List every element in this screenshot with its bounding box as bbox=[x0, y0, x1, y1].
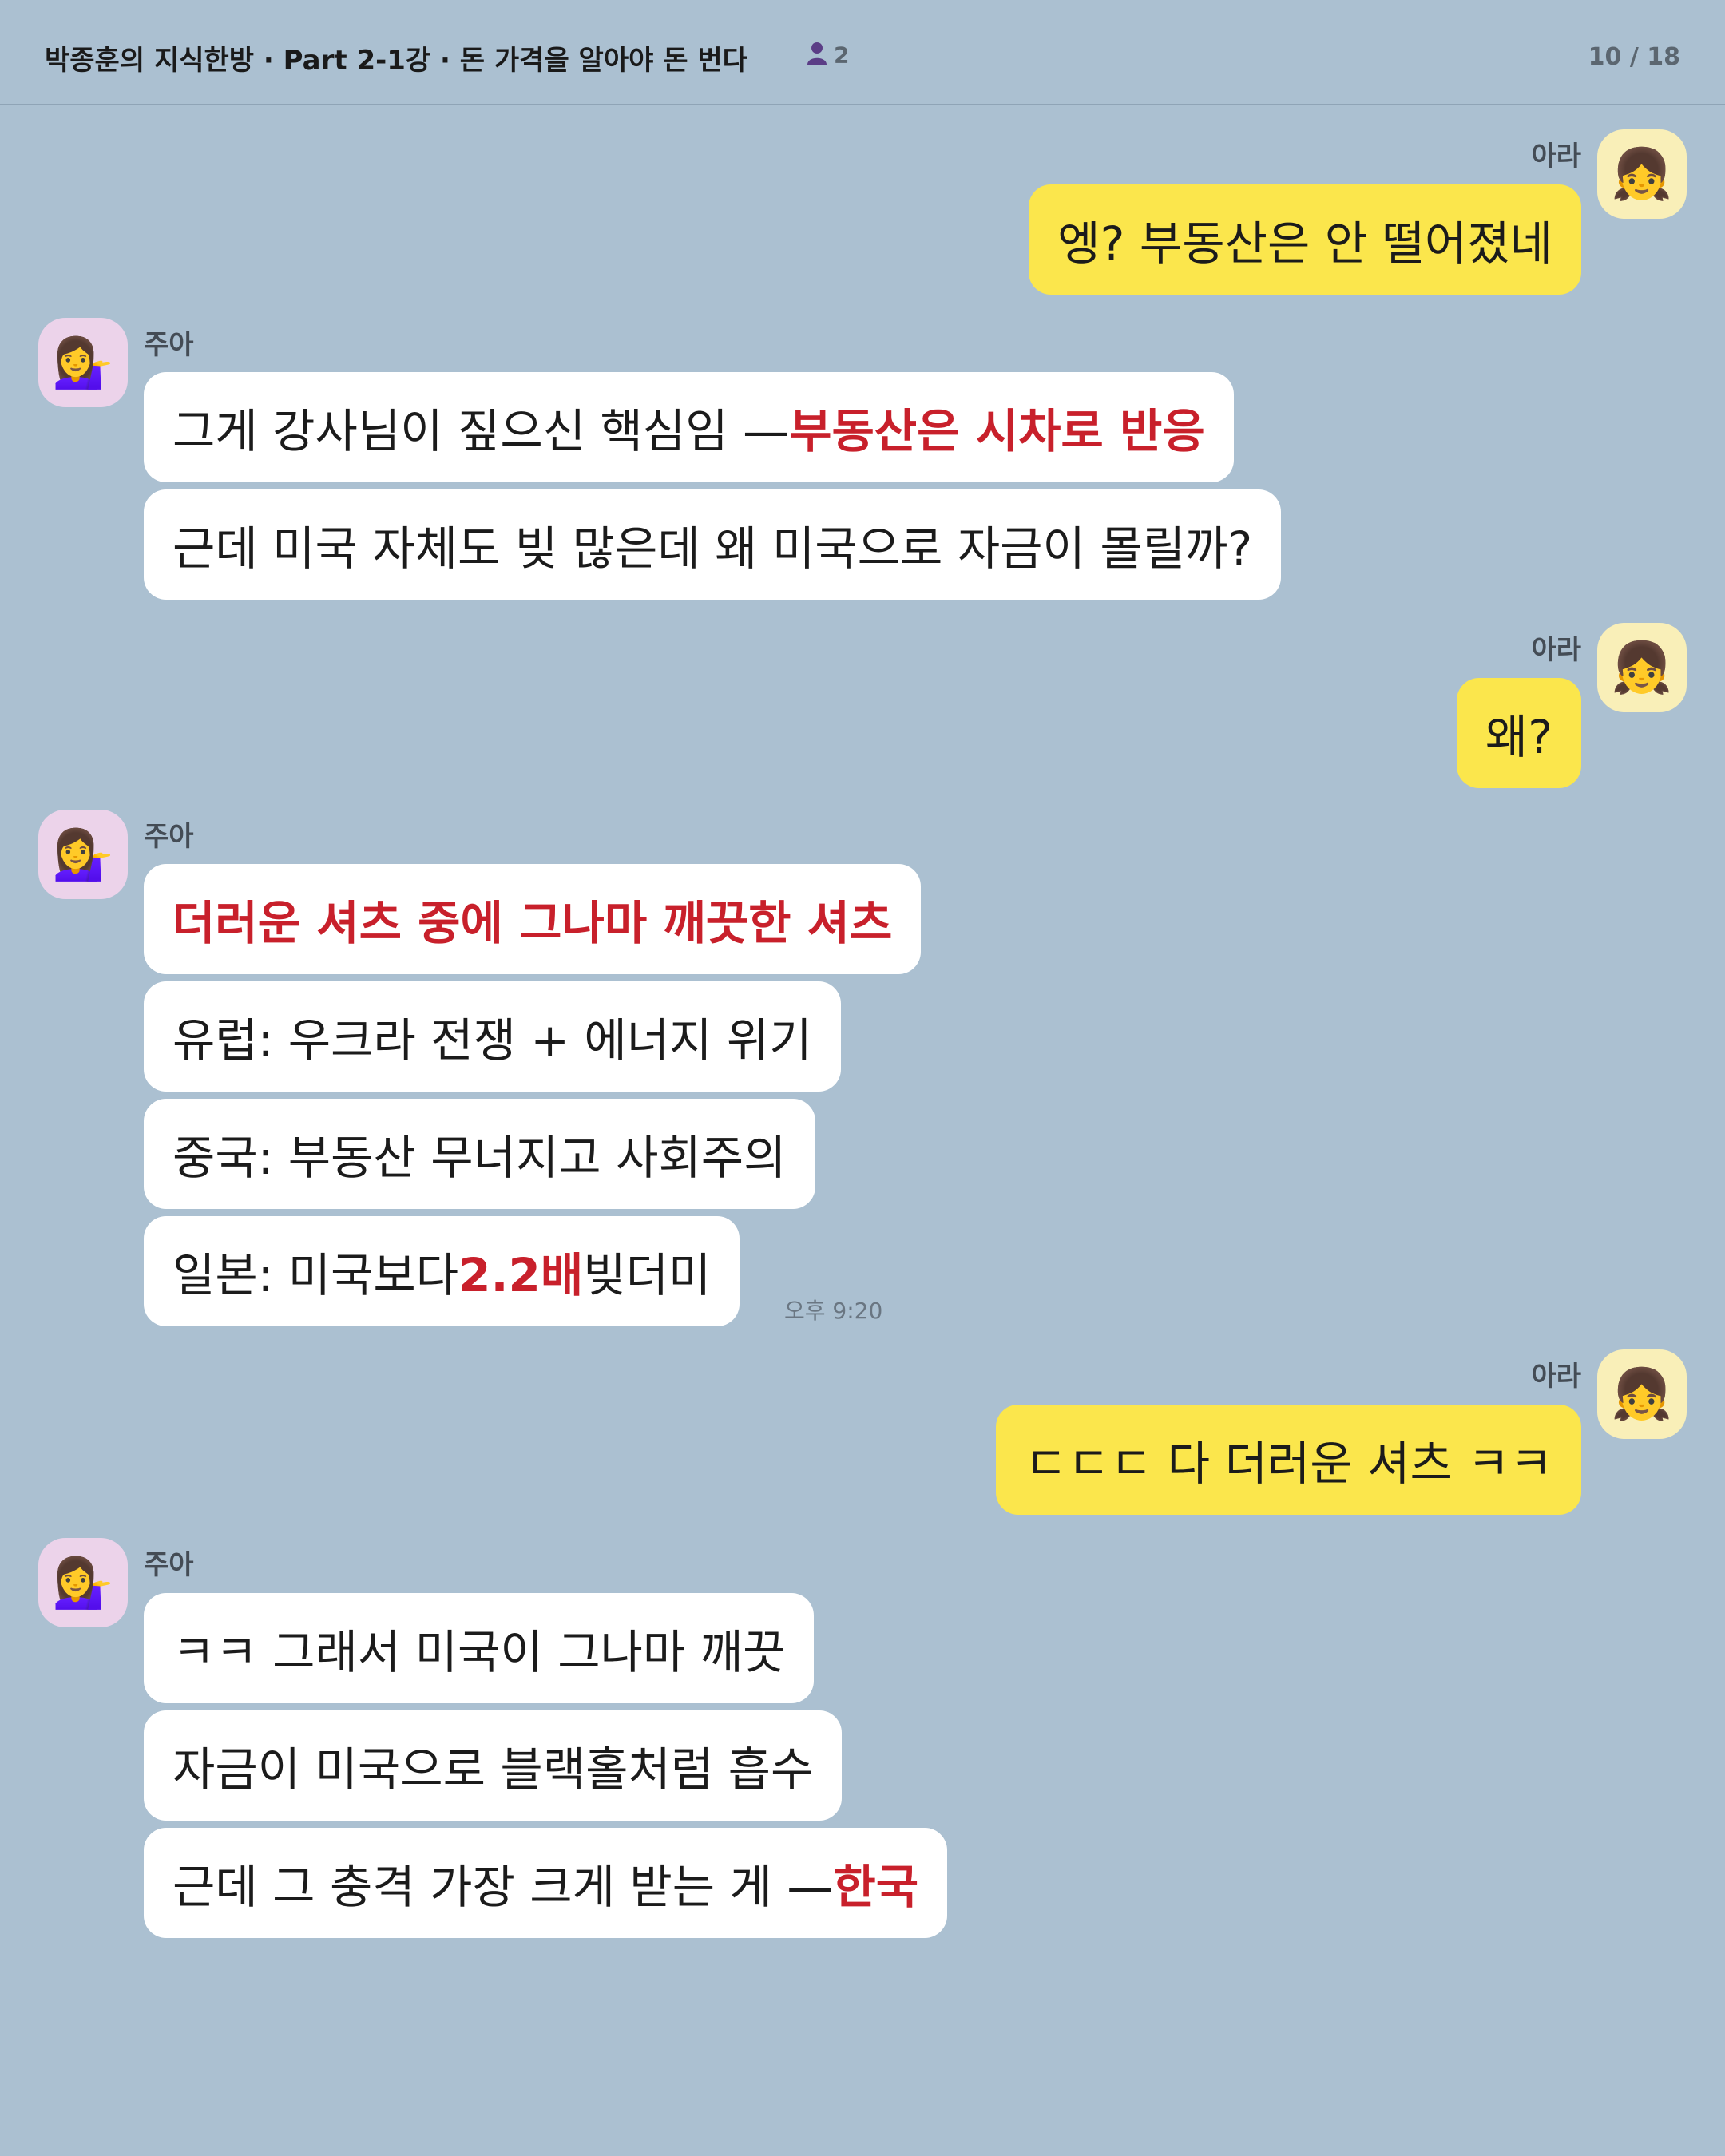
message-text: 자금이 미국으로 블랙홀처럼 흡수 bbox=[172, 1742, 814, 1797]
sender-name: 아라 bbox=[1531, 1361, 1581, 1393]
page-indicator: 10 / 18 bbox=[1588, 43, 1680, 71]
sender-name: 주아 bbox=[144, 821, 194, 853]
message-text: 빚더미 bbox=[583, 1248, 712, 1302]
message-bubble[interactable]: 자금이 미국으로 블랙홀처럼 흡수 bbox=[144, 1710, 843, 1821]
message-text: ㅋㅋ 그래서 미국이 그나마 깨끗 bbox=[172, 1625, 786, 1679]
message-text: 왜? bbox=[1485, 710, 1552, 764]
message-bubble[interactable]: 엥? 부동산은 안 떨어졌네 bbox=[1029, 184, 1581, 295]
member-count[interactable]: 2 bbox=[807, 42, 849, 71]
message-text: 유럽: 우크라 전쟁 + 에너지 위기 bbox=[172, 1013, 812, 1068]
sender-name: 아라 bbox=[1531, 634, 1581, 666]
message-bubble[interactable]: 중국: 부동산 무너지고 사회주의 bbox=[144, 1099, 815, 1209]
message-bubble[interactable]: 왜? bbox=[1456, 678, 1581, 788]
message-text: 근데 그 충격 가장 크게 받는 게 — bbox=[172, 1860, 834, 1914]
message-highlight: 더러운 셔츠 중에 그나마 깨끗한 셔츠 bbox=[172, 896, 893, 950]
message-highlight: 부동산은 시차로 반응 bbox=[789, 404, 1205, 458]
message-bubble[interactable]: 근데 미국 자체도 빚 많은데 왜 미국으로 자금이 몰릴까? bbox=[144, 489, 1282, 600]
message-highlight: 한국 bbox=[833, 1860, 919, 1914]
girl-emoji-icon[interactable]: 👧 bbox=[1597, 129, 1687, 219]
message-highlight: 2.2배 bbox=[458, 1248, 584, 1302]
member-count-label: 2 bbox=[834, 42, 850, 69]
message-bubble[interactable]: 근데 그 충격 가장 크게 받는 게 — 한국 bbox=[144, 1828, 948, 1938]
sender-name: 주아 bbox=[144, 329, 194, 361]
message-timestamp: 오후 9:20 bbox=[784, 1298, 883, 1324]
message-text: 엥? 부동산은 안 떨어졌네 bbox=[1057, 216, 1552, 271]
sender-name: 아라 bbox=[1531, 141, 1581, 172]
woman-tipping-hand-emoji-icon[interactable]: 💁‍♀️ bbox=[38, 810, 128, 899]
message-text: 그게 강사님이 짚으신 핵심임 — bbox=[172, 404, 790, 458]
sender-name: 주아 bbox=[144, 1549, 194, 1581]
chat-header: 박종훈의 지식한방 · Part 2-1강 · 돈 가격을 알아야 돈 번다 2… bbox=[0, 0, 1725, 105]
woman-tipping-hand-emoji-icon[interactable]: 💁‍♀️ bbox=[38, 318, 128, 407]
message-bubble[interactable]: 일본: 미국보다 2.2배 빚더미 bbox=[144, 1216, 740, 1326]
message-text: 근데 미국 자체도 빚 많은데 왜 미국으로 자금이 몰릴까? bbox=[172, 521, 1253, 576]
message-text: 일본: 미국보다 bbox=[172, 1248, 459, 1302]
chat-title: 박종훈의 지식한방 · Part 2-1강 · 돈 가격을 알아야 돈 번다 bbox=[45, 45, 748, 77]
message-text: 중국: 부동산 무너지고 사회주의 bbox=[172, 1131, 787, 1185]
message-bubble[interactable]: 유럽: 우크라 전쟁 + 에너지 위기 bbox=[144, 981, 841, 1092]
message-bubble[interactable]: 그게 강사님이 짚으신 핵심임 — 부동산은 시차로 반응 bbox=[144, 372, 1234, 482]
woman-tipping-hand-emoji-icon[interactable]: 💁‍♀️ bbox=[38, 1538, 128, 1627]
message-bubble[interactable]: ㅋㅋ 그래서 미국이 그나마 깨끗 bbox=[144, 1593, 815, 1703]
girl-emoji-icon[interactable]: 👧 bbox=[1597, 1349, 1687, 1439]
message-text: ㄷㄷㄷ 다 더러운 셔츠 ㅋㅋ bbox=[1025, 1437, 1552, 1491]
person-icon bbox=[807, 42, 827, 71]
girl-emoji-icon[interactable]: 👧 bbox=[1597, 623, 1687, 712]
message-bubble[interactable]: 더러운 셔츠 중에 그나마 깨끗한 셔츠 bbox=[144, 864, 922, 974]
message-bubble[interactable]: ㄷㄷㄷ 다 더러운 셔츠 ㅋㅋ bbox=[996, 1405, 1581, 1515]
